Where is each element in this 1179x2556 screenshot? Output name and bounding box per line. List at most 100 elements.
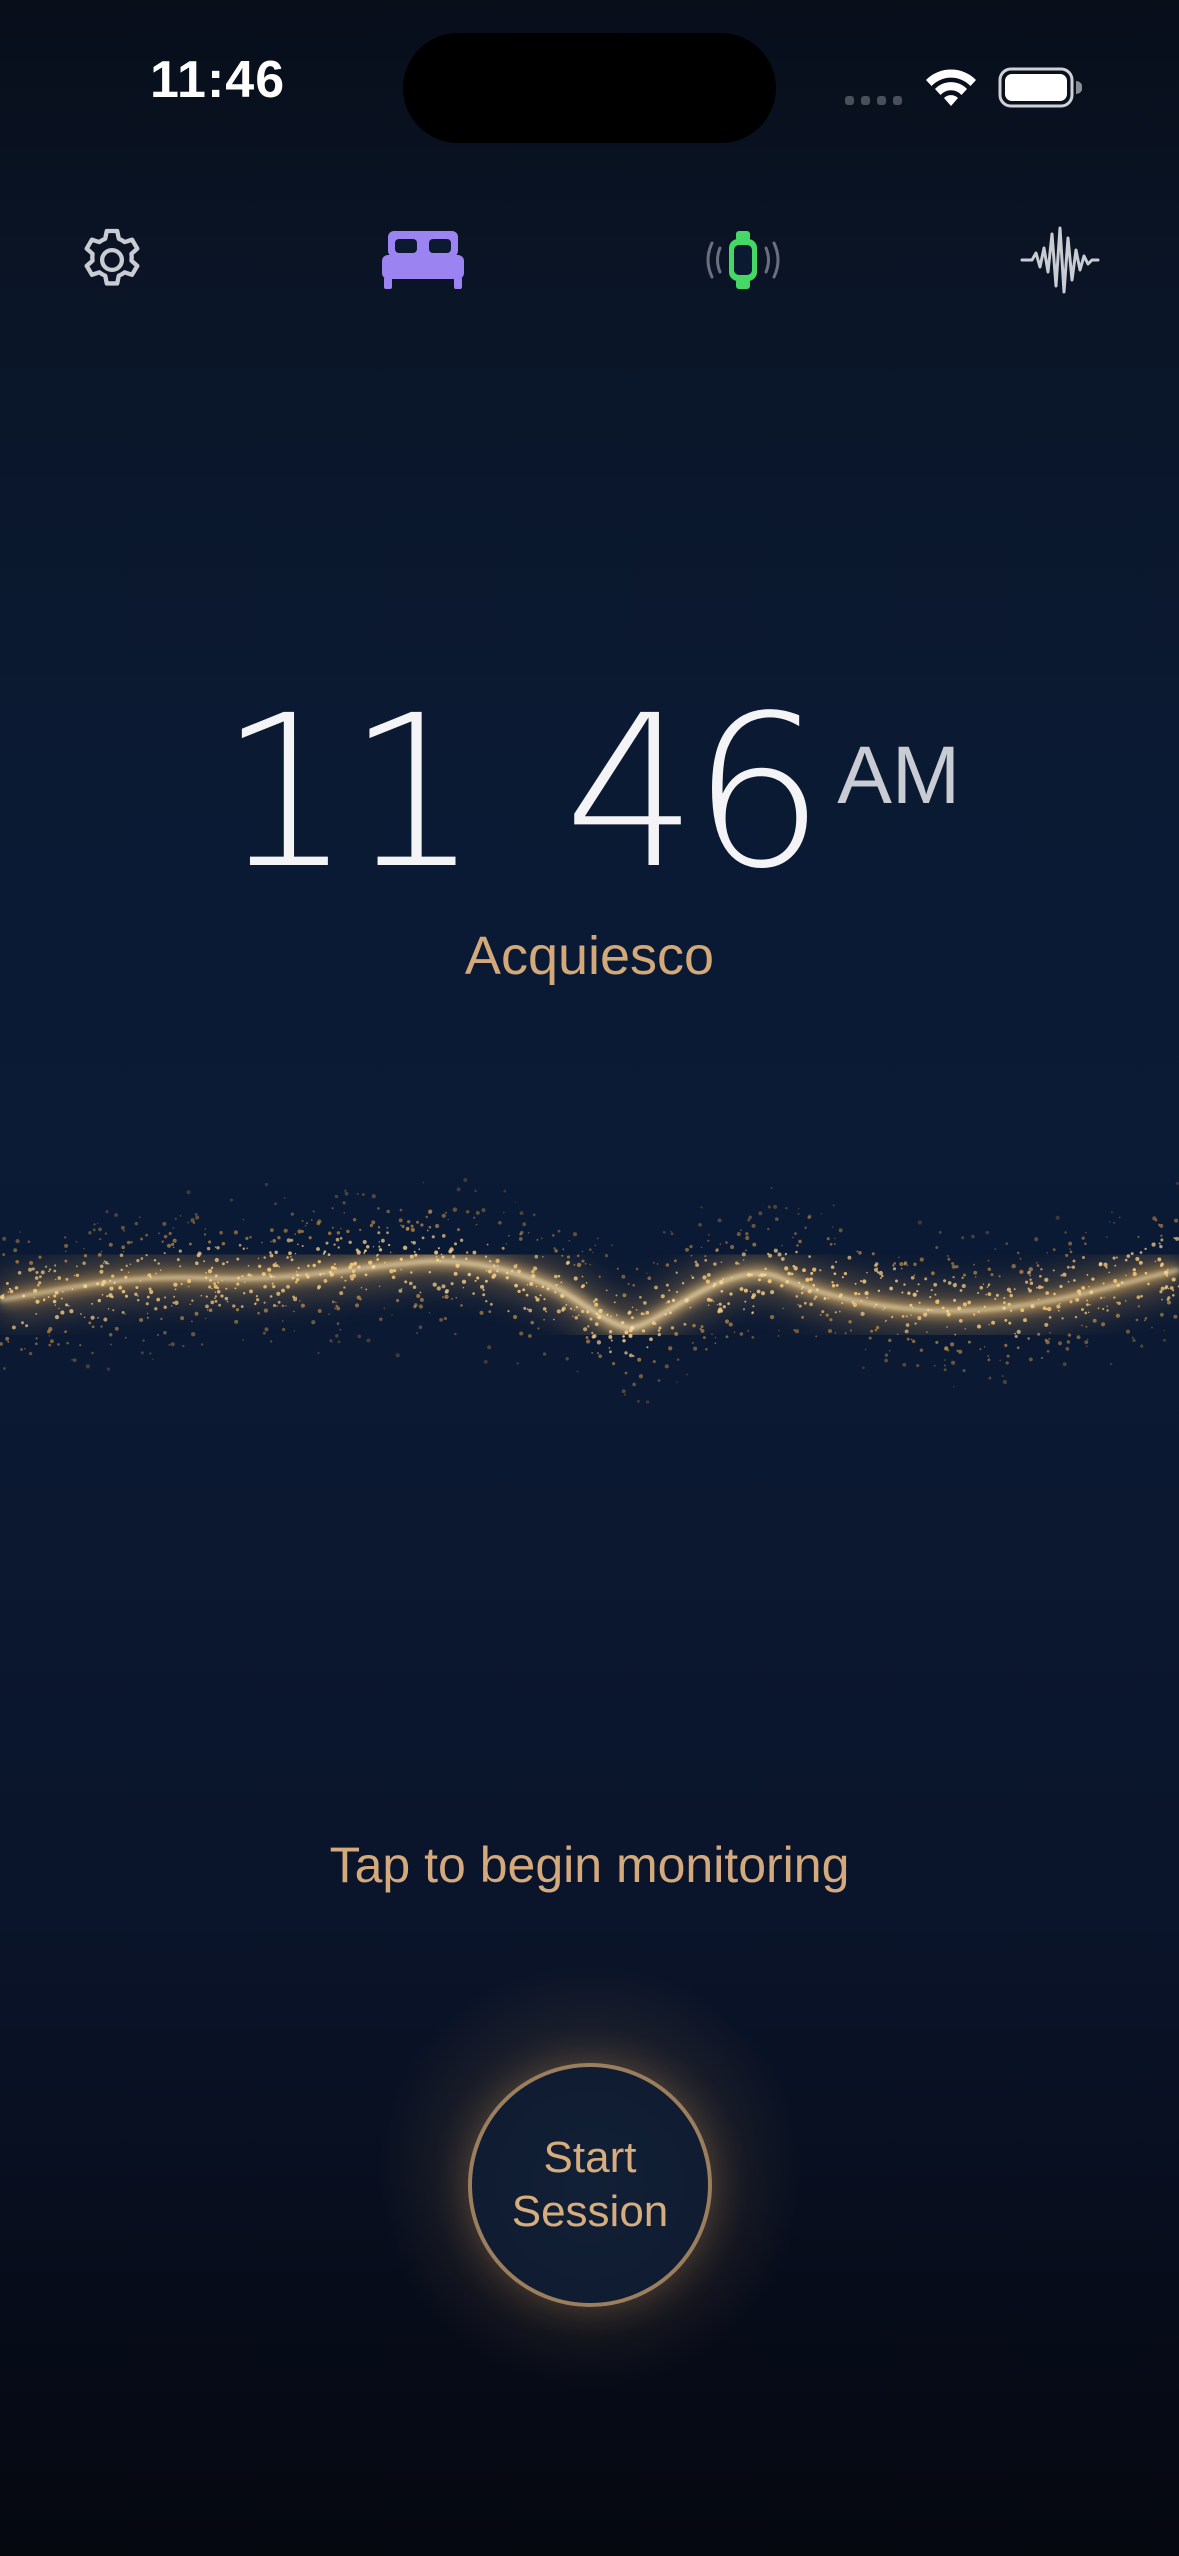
wave-particle [48, 1268, 52, 1271]
wave-particle [797, 1212, 800, 1215]
wave-particle [647, 1276, 652, 1281]
wave-particle [1069, 1250, 1073, 1254]
wave-particle [528, 1334, 532, 1338]
wave-particle [829, 1243, 833, 1246]
wave-particle [1132, 1338, 1136, 1343]
wave-particle [700, 1206, 703, 1209]
wave-particle [903, 1261, 908, 1265]
wave-particle [444, 1294, 449, 1299]
wave-particle [833, 1243, 836, 1245]
wave-particle [562, 1248, 565, 1251]
wave-particle [210, 1300, 215, 1305]
wave-particle [232, 1304, 236, 1308]
wave-particle [410, 1241, 413, 1243]
wave-particle [621, 1389, 626, 1394]
wave-particle [316, 1221, 321, 1226]
wave-particle [410, 1227, 415, 1232]
wave-particle [124, 1336, 127, 1339]
wave-particle [234, 1319, 239, 1324]
wave-particle [516, 1362, 520, 1365]
wave-particle [747, 1330, 750, 1332]
wave-particle [507, 1234, 510, 1237]
wave-particle [2, 1236, 7, 1241]
wave-particle [605, 1289, 608, 1292]
wave-particle [523, 1306, 527, 1310]
wave-particle [465, 1210, 470, 1214]
wave-particle [1160, 1238, 1164, 1242]
wave-particle [745, 1235, 750, 1241]
wave-particle [670, 1232, 674, 1236]
sleep-tab-button[interactable] [373, 210, 473, 310]
wave-particle [751, 1223, 756, 1228]
wave-particle [441, 1296, 444, 1299]
wave-particle [110, 1343, 112, 1346]
wave-particle [987, 1267, 992, 1271]
wave-particle [1154, 1218, 1158, 1222]
wave-particle [277, 1300, 281, 1304]
wave-particle [893, 1262, 897, 1265]
wave-particle [168, 1343, 171, 1346]
wave-particle [103, 1317, 108, 1322]
wave-particle [715, 1248, 719, 1252]
wave-particle [489, 1302, 493, 1306]
wave-particle [808, 1255, 811, 1258]
wave-particle [778, 1329, 780, 1332]
wave-particle [27, 1240, 31, 1244]
settings-button[interactable] [62, 210, 162, 310]
wave-particle [990, 1273, 994, 1277]
wave-particle [188, 1242, 192, 1246]
wave-particle [632, 1382, 636, 1387]
wave-particle [632, 1284, 635, 1287]
wave-particle [485, 1300, 488, 1303]
wave-particle [665, 1283, 669, 1287]
wave-particle [156, 1333, 160, 1336]
wave-particle [913, 1262, 917, 1267]
wave-particle [1126, 1254, 1131, 1258]
wave-particle [1049, 1331, 1051, 1334]
wave-particle [146, 1316, 149, 1319]
wave-particle [333, 1243, 336, 1246]
wave-particle [163, 1252, 166, 1255]
wave-particle [979, 1348, 982, 1351]
wave-particle [173, 1246, 175, 1249]
wave-particle [985, 1230, 990, 1235]
wave-particle [1025, 1280, 1029, 1284]
wave-particle [72, 1358, 77, 1362]
wave-particle [396, 1298, 400, 1303]
sound-recordings-button[interactable] [1010, 210, 1110, 310]
wave-particle [331, 1207, 334, 1210]
wave-particle [357, 1334, 362, 1339]
watch-button[interactable] [693, 210, 793, 310]
wave-particle [301, 1220, 304, 1222]
wave-particle [773, 1204, 778, 1209]
wave-particle [717, 1310, 721, 1314]
wave-particle [379, 1317, 383, 1321]
status-time: 11:46 [150, 51, 286, 109]
wave-particle [1098, 1262, 1103, 1267]
wave-particle [336, 1231, 341, 1235]
wave-particle [272, 1239, 277, 1243]
wave-particle [604, 1253, 609, 1258]
wave-particle [166, 1243, 172, 1248]
wave-particle [79, 1343, 82, 1347]
wave-particle [1175, 1236, 1179, 1241]
wave-particle [100, 1250, 103, 1253]
wave-particle [581, 1259, 585, 1263]
wave-particle [416, 1332, 418, 1334]
wave-particle [1076, 1335, 1081, 1340]
wave-particle [553, 1247, 556, 1250]
start-session-button[interactable]: Start Session [468, 2063, 712, 2307]
wave-particle [1161, 1298, 1163, 1301]
wave-particle [874, 1262, 879, 1266]
wave-particle [896, 1333, 899, 1336]
wave-particle [951, 1264, 956, 1269]
wave-particle [335, 1237, 340, 1242]
wave-particle [1046, 1349, 1050, 1353]
wave-particle [92, 1228, 96, 1232]
wave-particle [235, 1308, 240, 1312]
wave-particle [395, 1353, 400, 1358]
wave-particle [541, 1237, 543, 1240]
wave-particle [151, 1358, 154, 1361]
wave-particle [953, 1385, 955, 1388]
wave-particle [386, 1226, 389, 1229]
